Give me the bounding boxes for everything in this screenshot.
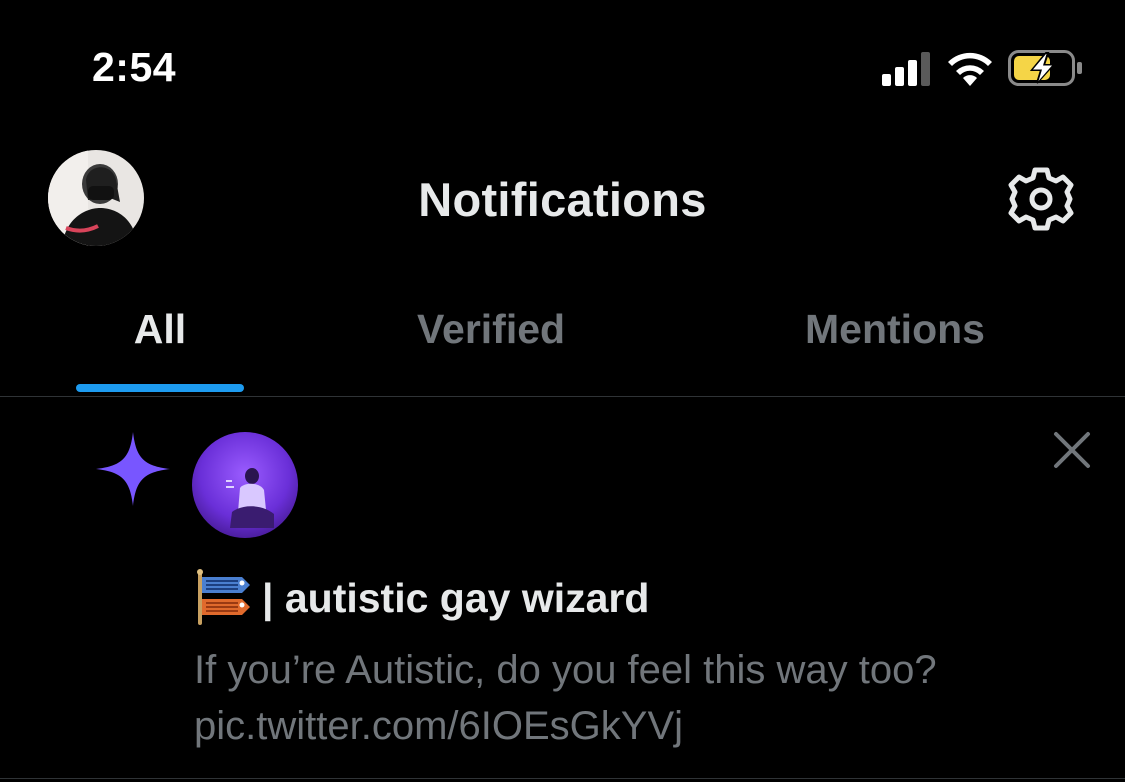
carp-streamer-icon (197, 569, 250, 625)
author-avatar-image (192, 432, 298, 538)
sparkle-icon (96, 432, 170, 506)
tabs-divider (0, 396, 1125, 397)
notification-link[interactable]: pic.twitter.com/6IOEsGkYVj (194, 698, 1074, 754)
page-title: Notifications (418, 173, 707, 226)
tab-verified[interactable]: Verified (380, 306, 602, 353)
battery-charging-icon (1008, 50, 1082, 86)
tab-mentions[interactable]: Mentions (770, 306, 1020, 353)
active-tab-indicator (76, 384, 244, 392)
tab-all[interactable]: All (76, 306, 244, 353)
wifi-icon (948, 52, 992, 86)
notification-text: If you’re Autistic, do you feel this way… (194, 642, 1074, 754)
gear-icon[interactable] (1008, 166, 1074, 232)
close-icon[interactable] (1052, 430, 1092, 470)
notification-tabs: All Verified Mentions (0, 296, 1125, 396)
notification-author-avatar[interactable] (192, 432, 298, 538)
cellular-signal-icon (882, 52, 930, 86)
status-time: 2:54 (92, 44, 177, 90)
notification-author[interactable]: | autistic gay wizard (194, 568, 649, 628)
notification-text-line: If you’re Autistic, do you feel this way… (194, 648, 937, 692)
notifications-screen: 2:54 Notifications All Verified Mentions… (0, 0, 1125, 782)
item-divider (0, 778, 1125, 779)
author-name: | autistic gay wizard (262, 574, 650, 621)
